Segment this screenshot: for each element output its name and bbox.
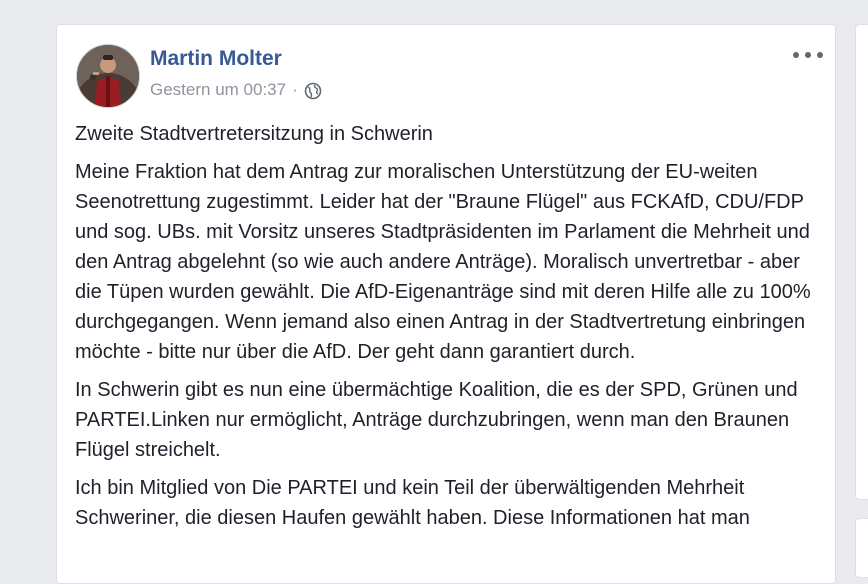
- post-paragraph: In Schwerin gibt es nun eine übermächtig…: [75, 379, 798, 461]
- adjacent-card: [855, 24, 868, 500]
- author-name-link[interactable]: Martin Molter: [150, 47, 282, 71]
- post-body: Zweite Stadtvertretersitzung in Schwerin…: [75, 119, 823, 541]
- adjacent-card-lower: [855, 518, 868, 578]
- post-paragraph: Meine Fraktion hat dem Antrag zur morali…: [75, 161, 811, 363]
- globe-icon[interactable]: [304, 82, 322, 100]
- post-meta: Gestern um 00:37 ·: [150, 80, 322, 100]
- more-options-icon-dot: [793, 52, 799, 58]
- post-paragraph: Ich bin Mitglied von Die PARTEI und kein…: [75, 477, 750, 529]
- more-options-icon-dot: [805, 52, 811, 58]
- avatar-photo: [77, 45, 139, 107]
- meta-separator: ·: [292, 80, 298, 99]
- post-card: Martin Molter Gestern um 00:37 · Zweite …: [56, 24, 836, 584]
- post-timestamp[interactable]: Gestern um 00:37: [150, 80, 286, 100]
- avatar[interactable]: [76, 44, 140, 108]
- more-options-button[interactable]: [793, 45, 823, 65]
- more-options-icon-dot: [817, 52, 823, 58]
- post-paragraph-title: Zweite Stadtvertretersitzung in Schwerin: [75, 123, 433, 145]
